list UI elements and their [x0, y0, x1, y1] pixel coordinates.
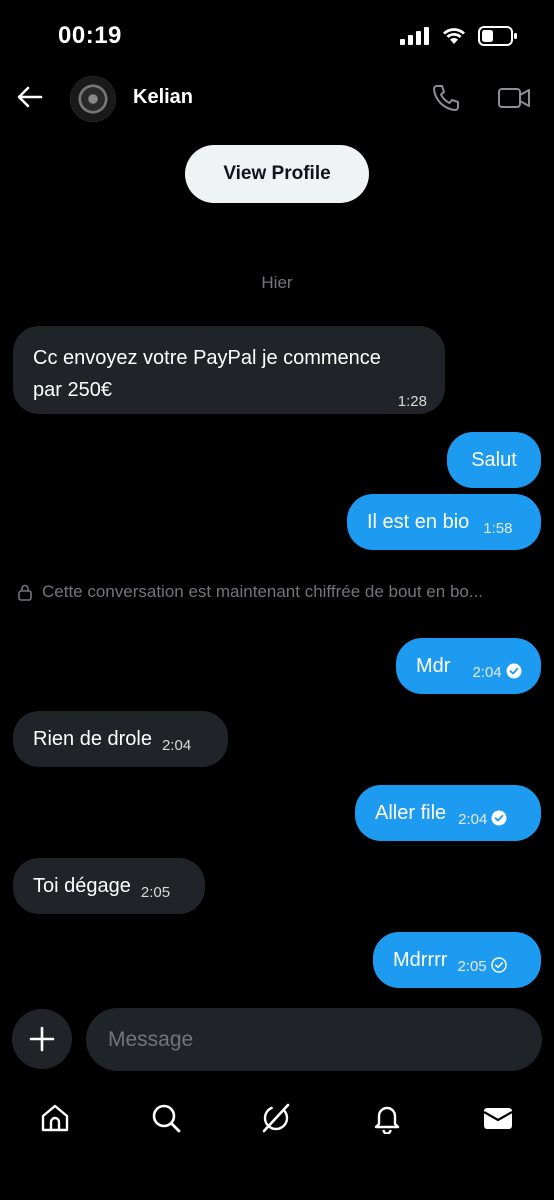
message-text: Il est en bio [367, 510, 470, 533]
message-bubble-incoming[interactable]: Cc envoyez votre PayPal je commence par … [13, 326, 445, 414]
call-button[interactable] [430, 82, 462, 114]
sent-check-icon [490, 957, 507, 973]
message-text: Aller file [375, 801, 447, 824]
grok-icon [262, 1103, 290, 1133]
encryption-notice: Cette conversation est maintenant chiffr… [16, 582, 546, 602]
phone-icon [433, 85, 459, 111]
message-bubble-outgoing[interactable]: Mdr 2:04 [396, 638, 541, 694]
message-text: par 250€ [33, 379, 112, 401]
home-icon [41, 1104, 69, 1132]
message-time: 1:58 [483, 519, 513, 537]
arrow-left-icon [17, 86, 43, 108]
nav-home[interactable] [35, 1098, 75, 1138]
video-call-button[interactable] [497, 82, 531, 114]
message-input[interactable] [86, 1008, 542, 1071]
avatar[interactable] [70, 76, 116, 122]
nav-grok[interactable] [256, 1098, 296, 1138]
message-text: Toi dégage [33, 874, 131, 897]
status-time: 00:19 [58, 22, 122, 49]
wifi-icon [443, 28, 465, 44]
add-media-button[interactable] [12, 1009, 72, 1069]
plus-icon [29, 1026, 55, 1052]
nav-search[interactable] [146, 1098, 186, 1138]
read-check-icon [506, 663, 522, 679]
read-check-icon [491, 810, 507, 826]
envelope-icon [483, 1108, 513, 1129]
video-camera-icon [498, 88, 530, 108]
lock-icon [18, 584, 32, 601]
message-time: 2:04 [161, 736, 192, 754]
message-time: 2:05 [457, 957, 487, 975]
date-separator: Hier [261, 273, 293, 292]
message-bubble-incoming[interactable]: Rien de drole 2:04 [13, 711, 228, 767]
message-time: 2:04 [458, 810, 488, 828]
search-icon [152, 1104, 181, 1133]
message-time: 1:28 [397, 393, 427, 410]
back-button[interactable] [12, 80, 46, 114]
nav-notifications[interactable] [367, 1098, 407, 1138]
message-text: Cc envoyez votre PayPal je commence [33, 347, 381, 369]
message-bubble-outgoing[interactable]: Il est en bio 1:58 [347, 494, 541, 550]
message-time: 2:04 [472, 663, 502, 681]
contact-name[interactable]: Kelian [133, 86, 193, 109]
message-text: Rien de drole [33, 727, 152, 750]
view-profile-button[interactable]: View Profile [185, 145, 369, 203]
bell-icon [374, 1106, 400, 1134]
bottom-navigation [0, 1090, 554, 1145]
message-text: Salut [471, 448, 517, 471]
nav-messages[interactable] [478, 1098, 518, 1138]
signal-icon [400, 27, 429, 45]
message-time: 2:05 [140, 883, 171, 901]
conversation-header: Kelian [0, 70, 554, 130]
status-bar: 00:19 [0, 0, 554, 70]
battery-icon [478, 26, 517, 46]
message-text: Mdr [416, 654, 451, 677]
message-bubble-incoming[interactable]: Toi dégage 2:05 [13, 858, 205, 914]
encryption-text: Cette conversation est maintenant chiffr… [42, 582, 484, 601]
status-icons [400, 26, 518, 46]
message-bubble-outgoing[interactable]: Salut [447, 432, 541, 488]
message-bubble-outgoing[interactable]: Mdrrrr 2:05 [373, 932, 541, 988]
message-bubble-outgoing[interactable]: Aller file 2:04 [355, 785, 541, 841]
message-text: Mdrrrr [393, 948, 448, 971]
